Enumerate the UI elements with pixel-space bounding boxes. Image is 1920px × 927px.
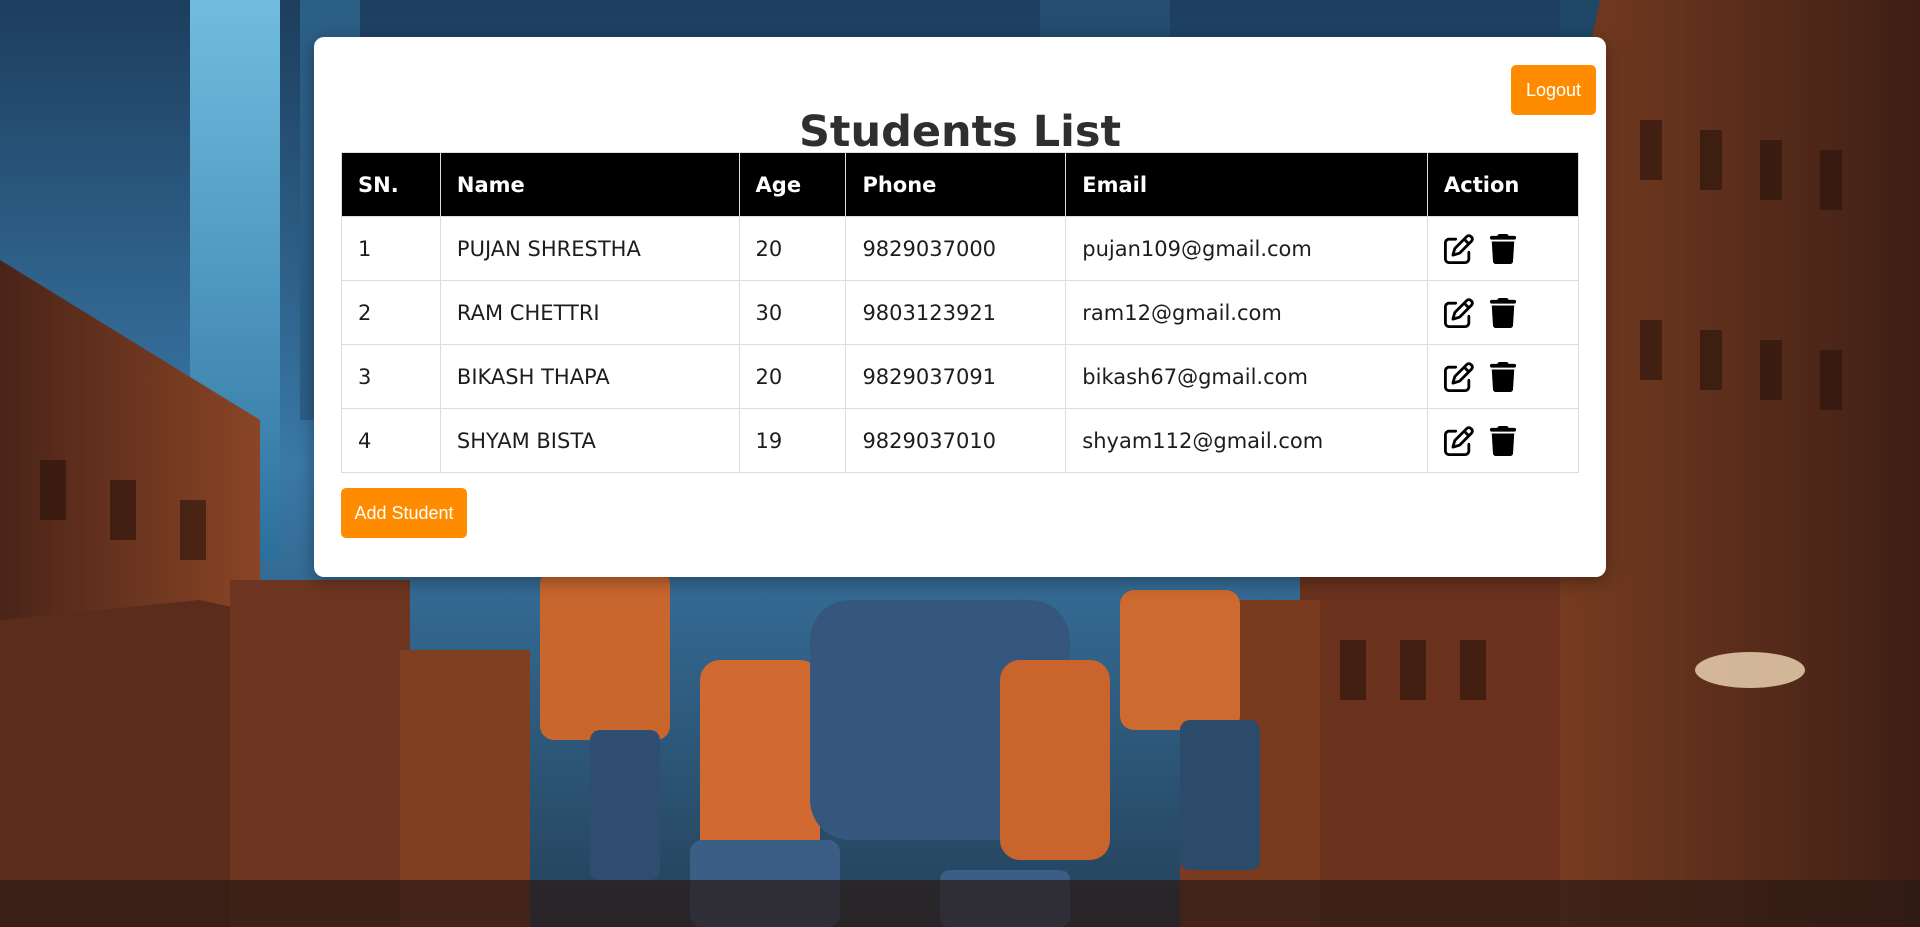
column-header-name: Name bbox=[439, 152, 740, 217]
cell-email: ram12@gmail.com bbox=[1065, 280, 1429, 345]
trash-icon[interactable] bbox=[1488, 425, 1518, 456]
cell-name: SHYAM BISTA bbox=[439, 408, 740, 473]
cell-sn: 1 bbox=[341, 216, 441, 281]
column-header-action: Action bbox=[1427, 152, 1579, 217]
table-row: 4 SHYAM BISTA 19 9829037010 shyam112@gma… bbox=[341, 408, 1579, 473]
cell-phone: 9829037000 bbox=[845, 216, 1067, 281]
cell-sn: 2 bbox=[341, 280, 441, 345]
cell-name: PUJAN SHRESTHA bbox=[439, 216, 740, 281]
cell-action bbox=[1427, 344, 1579, 409]
edit-icon[interactable] bbox=[1444, 425, 1474, 456]
cell-email: pujan109@gmail.com bbox=[1065, 216, 1429, 281]
trash-icon[interactable] bbox=[1488, 297, 1518, 328]
cell-phone: 9803123921 bbox=[845, 280, 1067, 345]
cell-action bbox=[1427, 408, 1579, 473]
cell-age: 20 bbox=[738, 344, 847, 409]
page-title: Students List bbox=[798, 107, 1122, 157]
cell-age: 30 bbox=[738, 280, 847, 345]
edit-icon[interactable] bbox=[1444, 233, 1474, 264]
table-row: 2 RAM CHETTRI 30 9803123921 ram12@gmail.… bbox=[341, 280, 1579, 345]
cell-sn: 3 bbox=[341, 344, 441, 409]
table-header-row: SN. Name Age Phone Email Action bbox=[341, 152, 1579, 217]
cell-email: bikash67@gmail.com bbox=[1065, 344, 1429, 409]
trash-icon[interactable] bbox=[1488, 233, 1518, 264]
trash-icon[interactable] bbox=[1488, 361, 1518, 392]
cell-name: BIKASH THAPA bbox=[439, 344, 740, 409]
students-table: SN. Name Age Phone Email Action 1 PUJAN … bbox=[341, 152, 1579, 473]
add-student-button[interactable]: Add Student bbox=[341, 488, 467, 538]
column-header-age: Age bbox=[738, 152, 847, 217]
cell-phone: 9829037010 bbox=[845, 408, 1067, 473]
cell-name: RAM CHETTRI bbox=[439, 280, 740, 345]
cell-action bbox=[1427, 280, 1579, 345]
edit-icon[interactable] bbox=[1444, 361, 1474, 392]
cell-email: shyam112@gmail.com bbox=[1065, 408, 1429, 473]
table-row: 3 BIKASH THAPA 20 9829037091 bikash67@gm… bbox=[341, 344, 1579, 409]
cell-age: 19 bbox=[738, 408, 847, 473]
column-header-sn: SN. bbox=[341, 152, 441, 217]
cell-sn: 4 bbox=[341, 408, 441, 473]
column-header-phone: Phone bbox=[845, 152, 1067, 217]
students-card: Students List Logout SN. Name Age Phone … bbox=[314, 37, 1606, 577]
logout-button[interactable]: Logout bbox=[1511, 65, 1596, 115]
cell-age: 20 bbox=[738, 216, 847, 281]
cell-phone: 9829037091 bbox=[845, 344, 1067, 409]
column-header-email: Email bbox=[1065, 152, 1429, 217]
edit-icon[interactable] bbox=[1444, 297, 1474, 328]
table-row: 1 PUJAN SHRESTHA 20 9829037000 pujan109@… bbox=[341, 216, 1579, 281]
cell-action bbox=[1427, 216, 1579, 281]
